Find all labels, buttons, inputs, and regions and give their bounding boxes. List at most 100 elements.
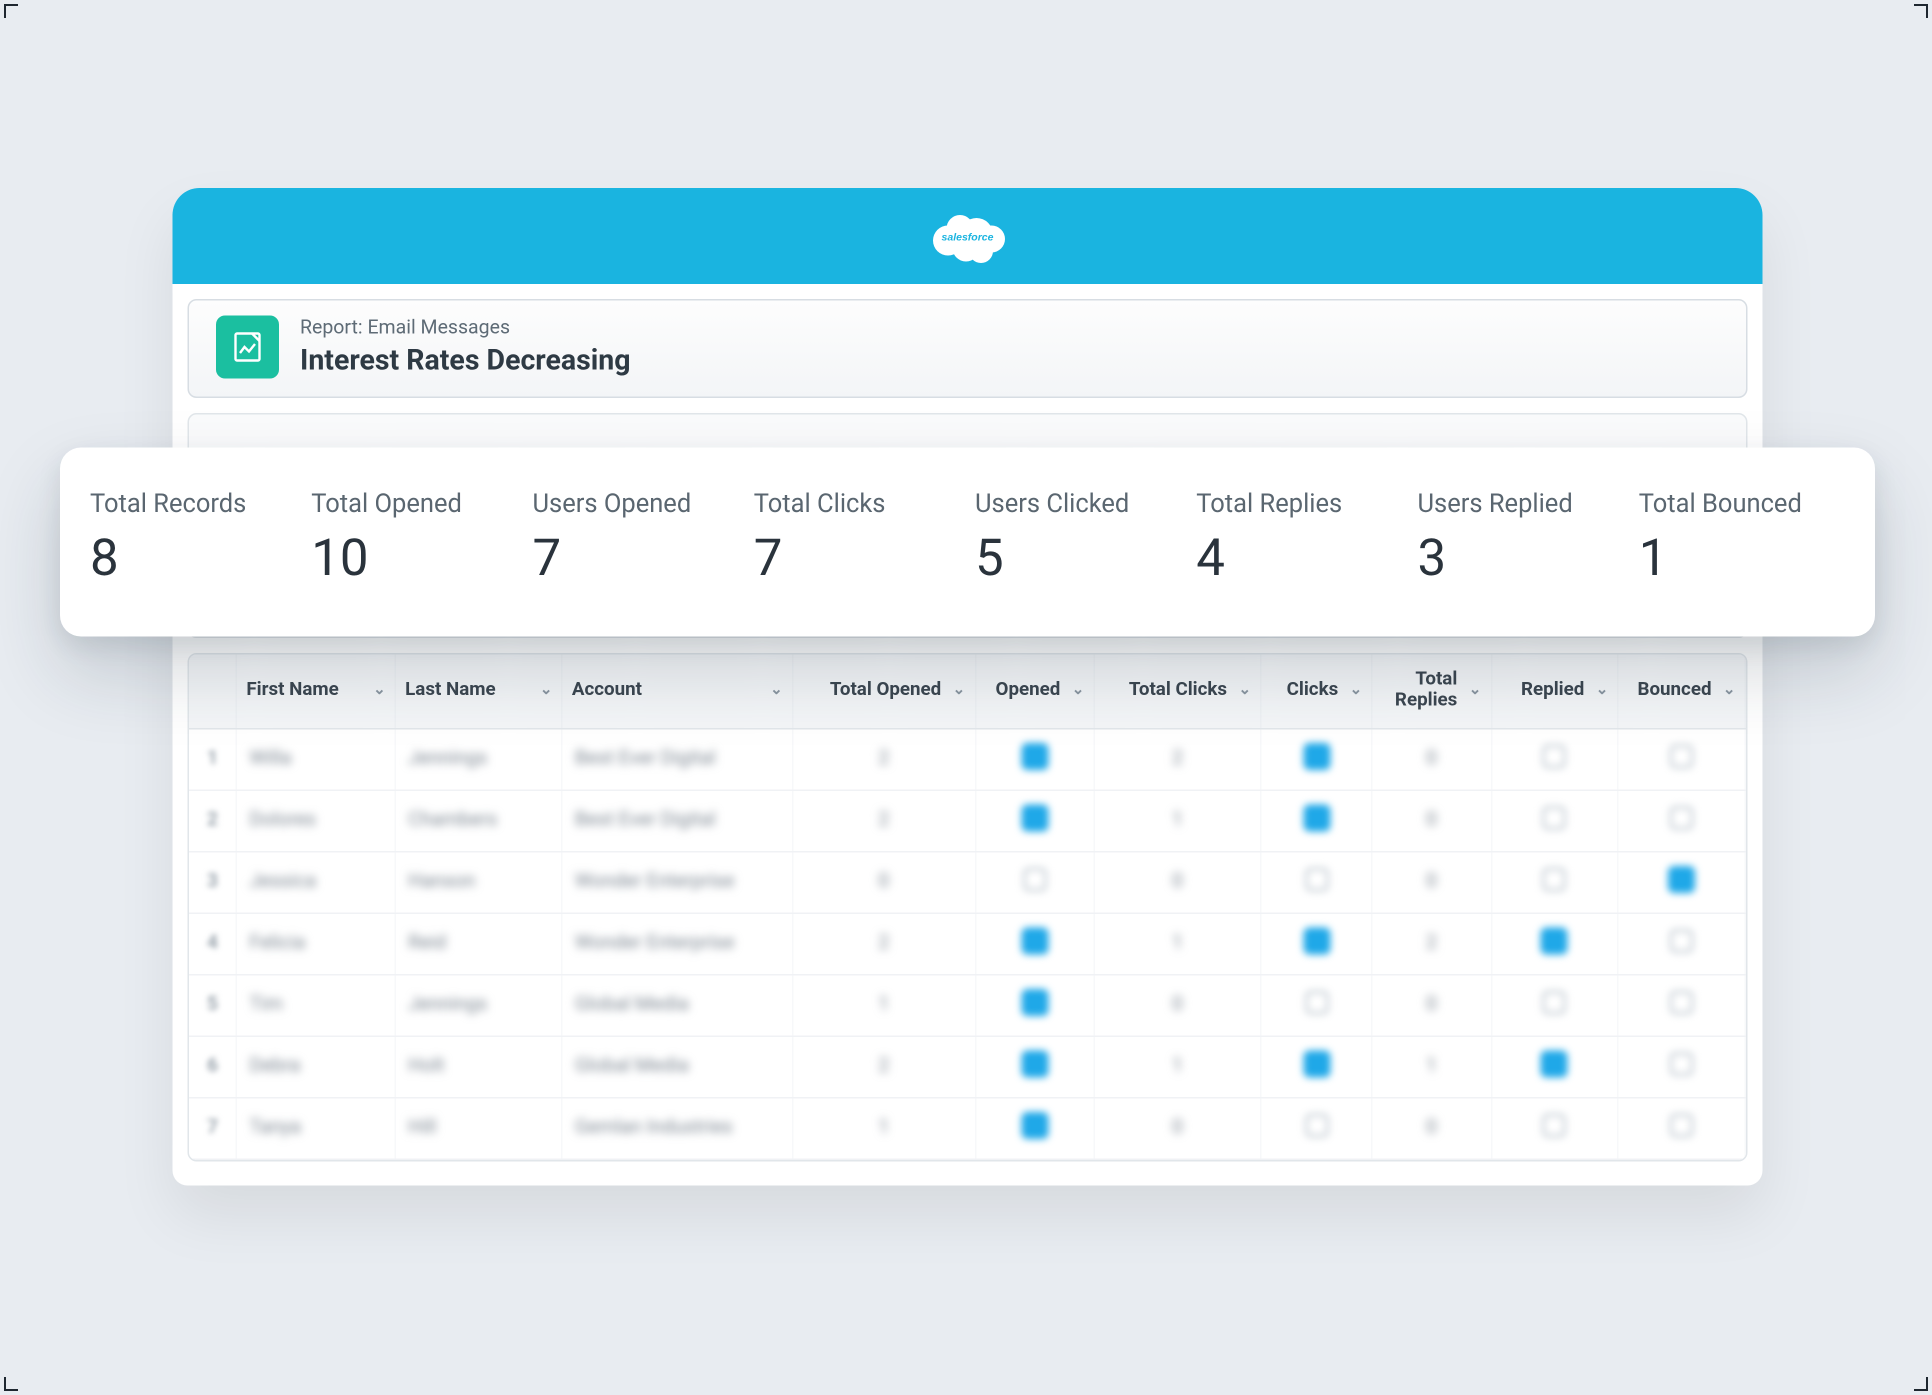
col-label: Total Opened <box>830 678 941 701</box>
cell-total-clicks: 1 <box>1094 912 1261 974</box>
cell-bounced <box>1618 789 1745 851</box>
cell-first-name: Dolores <box>237 789 396 851</box>
checkbox-unchecked-icon <box>1543 744 1567 768</box>
col-label: Clicks <box>1287 678 1339 701</box>
col-replied[interactable]: Replied ⌄ <box>1491 654 1618 728</box>
cell-total-replies: 1 <box>1372 1035 1491 1097</box>
stat-value: 7 <box>533 528 739 588</box>
checkbox-unchecked-icon <box>1670 1051 1694 1075</box>
stat-value: 1 <box>1639 528 1845 588</box>
col-total-replies[interactable]: Total Replies⌄ <box>1372 654 1491 728</box>
chevron-down-icon: ⌄ <box>1469 682 1482 699</box>
stat-users-replied: Users Replied 3 <box>1418 489 1624 588</box>
stat-label: Total Bounced <box>1639 489 1845 519</box>
checkbox-checked-icon <box>1021 1050 1048 1077</box>
col-index[interactable] <box>189 654 237 728</box>
cell-bounced <box>1618 728 1745 790</box>
checkbox-unchecked-icon <box>1670 1113 1694 1137</box>
cell-clicks <box>1261 1097 1372 1159</box>
cell-account: Wonder Enterprise <box>562 912 792 974</box>
cell-opened <box>975 1097 1094 1159</box>
col-bounced[interactable]: Bounced⌄ <box>1618 654 1745 728</box>
cell-account: Global Media <box>562 974 792 1036</box>
checkbox-checked-icon <box>1303 927 1330 954</box>
col-opened[interactable]: Opened⌄ <box>975 654 1094 728</box>
report-title: Interest Rates Decreasing <box>300 342 631 377</box>
checkbox-checked-icon <box>1021 988 1048 1015</box>
stat-label: Users Opened <box>533 489 739 519</box>
summary-card: Total Records8 Total Opened 10 Users Opened… <box>60 447 1875 636</box>
cell-total-clicks: 0 <box>1094 851 1261 913</box>
cell-total-replies: 0 <box>1372 728 1491 790</box>
cell-total-clicks: 2 <box>1094 728 1261 790</box>
cell-total-replies: 2 <box>1372 912 1491 974</box>
report-header: Report: Email Messages Interest Rates De… <box>188 299 1748 398</box>
table-row[interactable]: 2DoloresChambersBest Ever Digital210 <box>189 789 1745 851</box>
col-total-opened[interactable]: Total Opened ⌄ <box>792 654 975 728</box>
stat-total-opened: Total Opened 10 <box>311 489 517 588</box>
chevron-down-icon: ⌄ <box>953 682 966 699</box>
cell-clicks <box>1261 912 1372 974</box>
cell-account: Gemlan Industries <box>562 1097 792 1159</box>
checkbox-unchecked-icon <box>1670 805 1694 829</box>
cell-index: 2 <box>189 789 237 851</box>
checkbox-checked-icon <box>1303 804 1330 831</box>
stat-value: 3 <box>1418 528 1624 588</box>
checkbox-unchecked-icon <box>1304 990 1328 1014</box>
cell-first-name: Willa <box>237 728 396 790</box>
checkbox-checked-icon <box>1541 927 1568 954</box>
report-meta: Report: Email Messages Interest Rates De… <box>300 317 631 377</box>
stat-value: 8 <box>90 528 296 588</box>
col-label: Bounced <box>1637 678 1711 701</box>
cell-opened <box>975 1035 1094 1097</box>
chevron-down-icon: ⌄ <box>1596 682 1609 699</box>
table-row[interactable]: 7TanyaHillGemlan Industries100 <box>189 1097 1745 1159</box>
col-total-clicks[interactable]: Total Clicks⌄ <box>1094 654 1261 728</box>
chevron-down-icon: ⌄ <box>540 682 553 699</box>
chevron-down-icon: ⌄ <box>1072 682 1085 699</box>
col-label: Replied <box>1521 678 1584 701</box>
cell-total-opened: 0 <box>792 851 975 913</box>
cell-total-clicks: 1 <box>1094 1035 1261 1097</box>
cell-index: 6 <box>189 1035 237 1097</box>
stat-value: 4 <box>1196 528 1402 588</box>
col-label: Account <box>572 678 642 701</box>
chevron-down-icon: ⌄ <box>373 682 386 699</box>
cell-total-replies: 0 <box>1372 974 1491 1036</box>
cell-index: 5 <box>189 974 237 1036</box>
cell-opened <box>975 974 1094 1036</box>
table-row[interactable]: 6DebraHoltGlobal Media211 <box>189 1035 1745 1097</box>
chevron-down-icon: ⌄ <box>1350 682 1363 699</box>
table-header-row: First Name⌄ Last Name⌄ Account⌄ Total Op… <box>189 654 1745 728</box>
cell-total-clicks: 0 <box>1094 1097 1261 1159</box>
table-row[interactable]: 5TimJenningsGlobal Media100 <box>189 974 1745 1036</box>
stat-label: Total Opened <box>311 489 517 519</box>
col-account[interactable]: Account⌄ <box>562 654 792 728</box>
stat-label: Users Replied <box>1418 489 1624 519</box>
checkbox-unchecked-icon <box>1304 867 1328 891</box>
checkbox-unchecked-icon <box>1023 867 1047 891</box>
table-row[interactable]: 4FeliciaReidWonder Enterprise212 <box>189 912 1745 974</box>
cell-last-name: Jennings <box>395 974 562 1036</box>
stat-value: 5 <box>975 528 1181 588</box>
cell-total-opened: 1 <box>792 1097 975 1159</box>
cell-opened <box>975 851 1094 913</box>
col-clicks[interactable]: Clicks ⌄ <box>1261 654 1372 728</box>
cell-replied <box>1491 728 1618 790</box>
stat-label: Total Clicks <box>754 489 960 519</box>
stat-total-bounced: Total Bounced 1 <box>1639 489 1845 588</box>
checkbox-unchecked-icon <box>1670 928 1694 952</box>
checkbox-checked-icon <box>1303 1050 1330 1077</box>
stat-total-clicks: Total Clicks7 <box>754 489 960 588</box>
checkbox-unchecked-icon <box>1304 1113 1328 1137</box>
checkbox-checked-icon <box>1021 742 1048 769</box>
col-label: Last Name <box>405 678 495 701</box>
col-first-name[interactable]: First Name⌄ <box>237 654 396 728</box>
col-last-name[interactable]: Last Name ⌄ <box>395 654 562 728</box>
stat-value: 10 <box>311 528 517 588</box>
cell-bounced <box>1618 912 1745 974</box>
table-row[interactable]: 3JessicaHansonWonder Enterprise000 <box>189 851 1745 913</box>
checkbox-unchecked-icon <box>1543 805 1567 829</box>
stat-total-records: Total Records8 <box>90 489 296 588</box>
table-row[interactable]: 1WillaJenningsBest Ever Digital220 <box>189 728 1745 790</box>
